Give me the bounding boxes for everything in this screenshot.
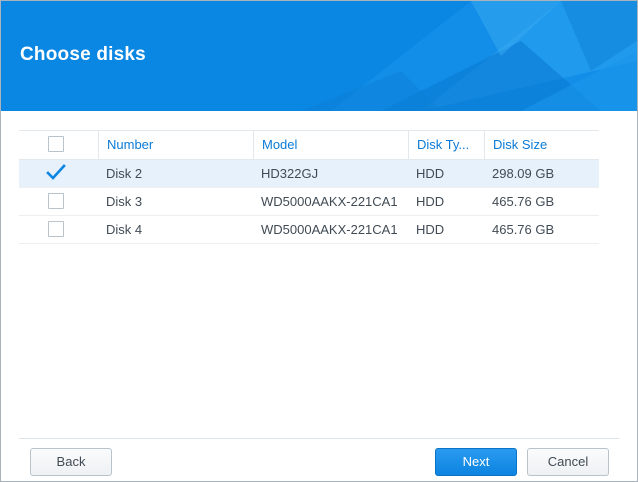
cell-disk-type: HDD xyxy=(416,222,445,237)
row-checkbox[interactable] xyxy=(46,164,66,181)
dialog-title: Choose disks xyxy=(20,44,146,65)
footer-divider xyxy=(19,438,619,439)
cell-disk-type: HDD xyxy=(416,194,445,209)
table-header-row: Number Model Disk Ty... Disk Size xyxy=(19,130,599,160)
cell-model: HD322GJ xyxy=(261,166,319,181)
table-row[interactable]: Disk 4 WD5000AAKX-221CA1 HDD 465.76 GB xyxy=(19,216,599,244)
cell-disk-size: 465.76 GB xyxy=(492,222,555,237)
row-checkbox[interactable] xyxy=(48,221,64,237)
checkmark-icon xyxy=(46,164,66,180)
row-checkbox[interactable] xyxy=(48,193,64,209)
column-header-model[interactable]: Model xyxy=(253,131,408,159)
cell-disk-size: 465.76 GB xyxy=(492,194,555,209)
column-header-number[interactable]: Number xyxy=(98,131,253,159)
table-row[interactable]: Disk 2 HD322GJ HDD 298.09 GB xyxy=(19,160,599,188)
cell-model: WD5000AAKX-221CA1 xyxy=(261,194,398,209)
disk-table: Number Model Disk Ty... Disk Size Disk 2… xyxy=(19,130,599,244)
cell-disk-type: HDD xyxy=(416,166,445,181)
column-header-disk-type[interactable]: Disk Ty... xyxy=(408,131,484,159)
table-row[interactable]: Disk 3 WD5000AAKX-221CA1 HDD 465.76 GB xyxy=(19,188,599,216)
column-header-disk-size[interactable]: Disk Size xyxy=(484,131,589,159)
back-button[interactable]: Back xyxy=(30,448,112,476)
choose-disks-dialog: Choose disks Number Model Disk Ty... Dis… xyxy=(0,0,638,482)
cell-model: WD5000AAKX-221CA1 xyxy=(261,222,398,237)
cancel-button[interactable]: Cancel xyxy=(527,448,609,476)
cell-number: Disk 3 xyxy=(106,194,143,209)
next-button[interactable]: Next xyxy=(435,448,517,476)
cell-number: Disk 4 xyxy=(106,222,143,237)
cell-number: Disk 2 xyxy=(106,166,143,181)
dialog-header-banner: Choose disks xyxy=(1,1,637,111)
cell-disk-size: 298.09 GB xyxy=(492,166,555,181)
select-all-checkbox[interactable] xyxy=(48,136,64,152)
